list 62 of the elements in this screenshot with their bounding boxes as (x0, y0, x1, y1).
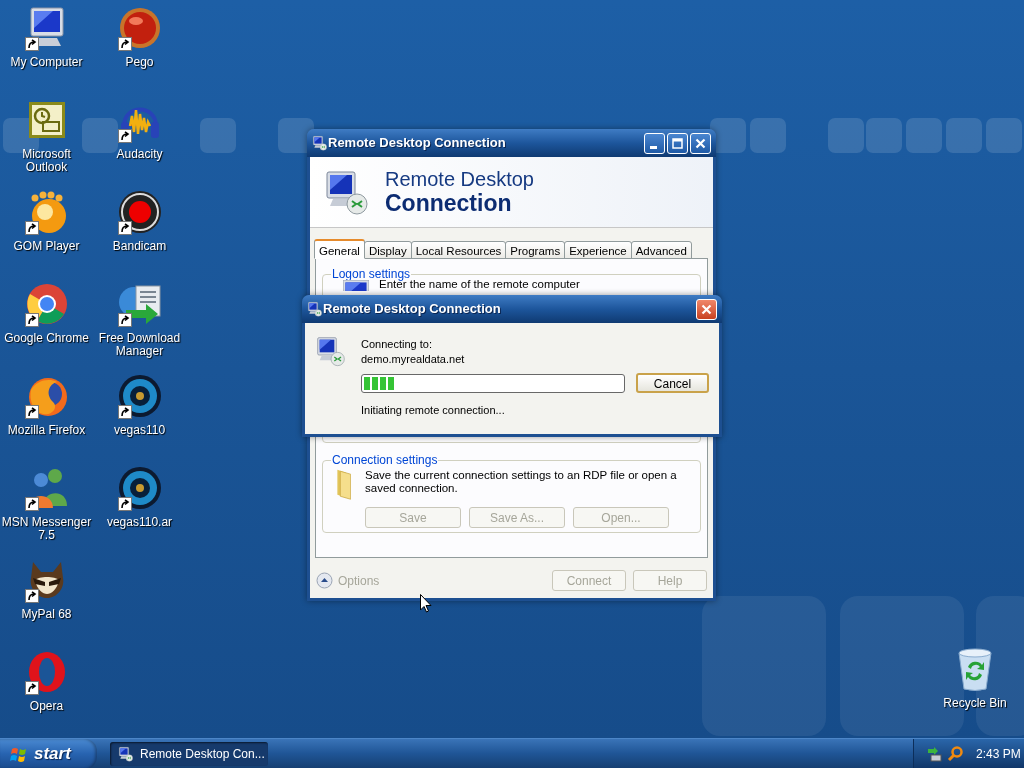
wallpaper-tile (200, 118, 236, 153)
icon-label[interactable]: My Computer (10, 56, 83, 69)
folder-icon (337, 469, 351, 500)
minimize-button[interactable] (644, 132, 665, 154)
icon-label[interactable]: Bandicam (112, 240, 167, 253)
description-text: Save the current connection settings to an RDP file or open a saved connection. (365, 469, 678, 495)
close-icon (695, 137, 706, 149)
tab[interactable]: Advanced (630, 241, 692, 259)
taskbar-button[interactable]: Remote Desktop Con... (110, 741, 268, 766)
maximize-button[interactable] (667, 132, 688, 154)
start-button[interactable]: start (0, 738, 97, 768)
window-title: Remote Desktop Connection (328, 134, 507, 153)
wallpaper-tile (82, 118, 118, 153)
tab[interactable]: Programs (505, 241, 566, 259)
group-title: Connection settings (331, 452, 439, 469)
minimize-icon (650, 145, 657, 149)
banner-title: Remote Desktop (385, 168, 534, 190)
host-text: demo.myrealdata.net (361, 352, 466, 367)
close-button[interactable] (696, 298, 717, 320)
group-title: Logon settings (331, 266, 411, 281)
wallpaper-tile (828, 118, 864, 153)
icon-label[interactable]: MSN Messenger 7.5 (0, 516, 93, 542)
icon-label[interactable]: Recycle Bin (943, 697, 1007, 710)
wallpaper-tile (750, 118, 786, 153)
icon-label[interactable]: Google Chrome (4, 332, 89, 345)
remote-desktop-icon (118, 745, 134, 762)
wallpaper-tile (946, 118, 982, 153)
icon-label[interactable]: Opera (29, 700, 64, 713)
icon-label[interactable]: Audacity (116, 148, 163, 161)
remote-desktop-icon (323, 168, 371, 216)
search-icon (947, 745, 963, 762)
window-title: Remote Desktop Connection (323, 300, 502, 319)
collapse-icon (316, 572, 333, 589)
icon-label[interactable]: GOM Player (13, 240, 80, 253)
wallpaper-tile (986, 118, 1022, 153)
icon-label[interactable]: Microsoft Outlook (0, 148, 93, 174)
icon-label[interactable]: MyPal 68 (21, 608, 72, 621)
remote-desktop-icon (307, 301, 323, 317)
maximize-icon (672, 137, 683, 149)
close-icon (701, 303, 712, 315)
icon-label[interactable]: vegas110.ar (106, 516, 173, 529)
status-text: Initiating remote connection... (361, 403, 506, 418)
icon-label[interactable]: vegas110 (113, 424, 166, 437)
cancel-button[interactable]: Cancel (636, 373, 709, 393)
tab[interactable]: Display (363, 241, 412, 259)
close-button[interactable] (690, 132, 711, 154)
icon-label[interactable]: Pego (125, 56, 154, 69)
remote-desktop-icon (312, 135, 328, 151)
network-icon (926, 745, 942, 762)
wallpaper-tile (866, 118, 902, 153)
wallpaper-tile (710, 118, 746, 153)
cursor-icon (420, 594, 432, 613)
icon-label[interactable]: Mozilla Firefox (7, 424, 86, 437)
tab[interactable]: Experience (564, 241, 632, 259)
wallpaper-tile (906, 118, 942, 153)
tab[interactable]: Local Resources (410, 241, 507, 259)
tab[interactable]: General (314, 239, 365, 259)
label-text: Connecting to: (361, 337, 433, 352)
remote-desktop-icon (315, 335, 347, 367)
banner-title: Connection (385, 190, 513, 216)
icon-label[interactable]: Free Download Manager (93, 332, 186, 358)
clock: 2:43 PM (976, 745, 1021, 763)
